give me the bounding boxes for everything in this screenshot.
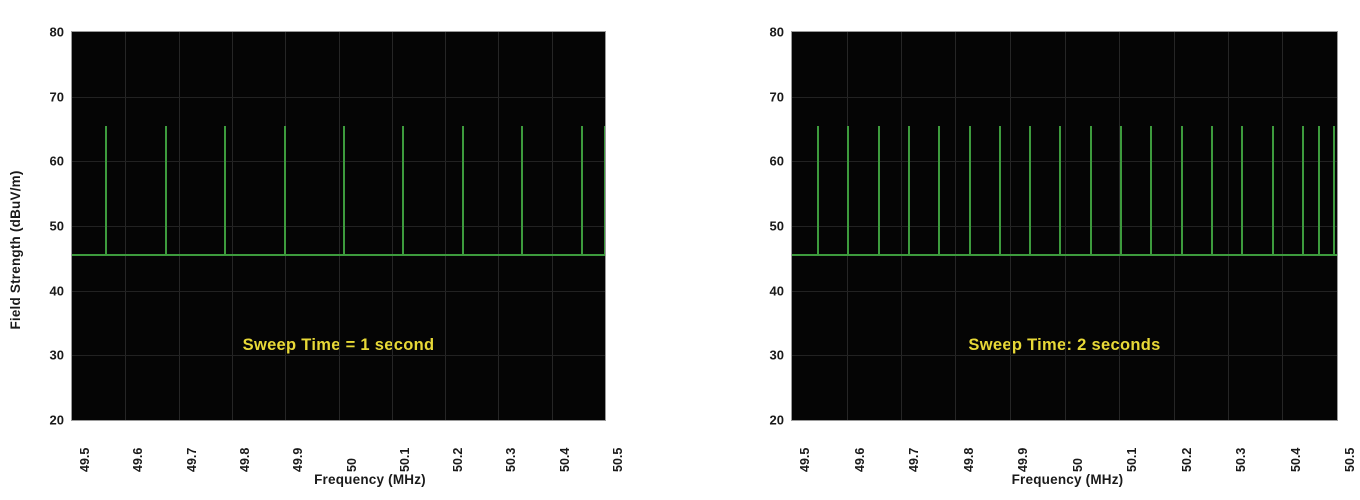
trace-spike xyxy=(1181,125,1183,257)
y-axis-tick-label: 50 xyxy=(49,218,64,234)
gridline-horizontal xyxy=(792,291,1337,292)
y-axis-tick-label: 50 xyxy=(769,218,784,234)
x-axis-tick-label: 50.1 xyxy=(397,447,412,472)
trace-spike xyxy=(1302,125,1304,257)
y-axis-title-left: Field Strength (dBuV/m) xyxy=(7,170,23,330)
y-axis-tick-label: 60 xyxy=(769,153,784,169)
x-axis-tick-label: 50 xyxy=(1070,458,1085,472)
x-axis-tick-label: 49.6 xyxy=(131,447,146,472)
chart-panel-right: Field Strength (dBuV/m) Sweep Time: 2 se… xyxy=(680,0,1360,500)
plot-area-right: Sweep Time: 2 seconds xyxy=(792,32,1337,420)
x-axis-tick-label: 49.5 xyxy=(798,447,812,472)
trace-spike xyxy=(1241,125,1243,257)
trace-spike xyxy=(165,125,167,257)
y-axis-tick-label: 70 xyxy=(49,89,64,105)
x-axis-title-left: Frequency (MHz) xyxy=(314,472,426,487)
trace-spike xyxy=(604,125,605,257)
x-axis-tick-label: 49.5 xyxy=(78,447,92,472)
trace-spike xyxy=(847,125,849,257)
x-axis-tick-label: 50.3 xyxy=(504,447,519,472)
y-axis-tick-label: 20 xyxy=(769,412,784,428)
x-axis-tick-label: 49.8 xyxy=(237,447,252,472)
x-axis-tick-label: 50.2 xyxy=(1179,447,1194,472)
gridline-horizontal xyxy=(72,355,605,356)
x-axis-tick-label: 49.6 xyxy=(852,447,867,472)
trace-spike xyxy=(908,125,910,257)
gridline-horizontal xyxy=(72,161,605,162)
trace-spike xyxy=(938,125,940,257)
trace-baseline xyxy=(72,254,605,257)
trace-spike xyxy=(817,125,819,257)
x-axis-tick-label: 50 xyxy=(344,458,359,472)
y-axis-tick-label: 80 xyxy=(49,24,64,40)
gridline-horizontal xyxy=(72,291,605,292)
x-axis-tick-label: 50.4 xyxy=(557,447,572,472)
trace-spike xyxy=(1318,125,1320,257)
gridline-horizontal xyxy=(792,161,1337,162)
y-axis-tick-label: 70 xyxy=(769,89,784,105)
gridline-horizontal xyxy=(792,355,1337,356)
trace-spike xyxy=(1272,125,1274,257)
gridline-horizontal xyxy=(792,226,1337,227)
y-axis-tick-label: 30 xyxy=(769,347,784,363)
y-axis-tick-label: 80 xyxy=(769,24,784,40)
x-axis-tick-label: 49.7 xyxy=(907,447,921,472)
chart-panel-left: Field Strength (dBuV/m) Sweep Time = 1 s… xyxy=(0,0,680,500)
y-axis-tick-label: 40 xyxy=(769,283,784,299)
x-axis-title-right: Frequency (MHz) xyxy=(1011,472,1124,487)
trace-spike xyxy=(521,125,523,257)
gridline-horizontal xyxy=(72,97,605,98)
trace-spike xyxy=(1059,125,1061,257)
trace-baseline xyxy=(792,254,1337,257)
trace-spike xyxy=(1211,125,1213,257)
x-axis-tick-label: 50.5 xyxy=(1343,447,1357,472)
x-axis-tick-label: 50.3 xyxy=(1234,447,1248,472)
trace-spike xyxy=(1150,125,1152,257)
trace-spike xyxy=(462,125,464,257)
trace-spike xyxy=(1333,125,1335,257)
trace-spike xyxy=(1029,125,1031,257)
x-axis-tick-label: 49.8 xyxy=(961,447,976,472)
trace-spike xyxy=(878,125,880,257)
trace-spike xyxy=(999,125,1001,257)
x-axis-tick-label: 50.1 xyxy=(1125,447,1139,472)
gridline-horizontal xyxy=(792,97,1337,98)
y-axis-tick-label: 30 xyxy=(49,347,64,363)
trace-spike xyxy=(402,125,404,257)
trace-spike xyxy=(969,125,971,257)
trace-spike xyxy=(1090,125,1092,257)
x-axis-tick-label: 49.9 xyxy=(291,447,306,472)
x-axis-tick-label: 49.9 xyxy=(1016,447,1030,472)
x-axis-tick-label: 50.5 xyxy=(611,447,625,472)
trace-spike xyxy=(1120,125,1122,257)
trace-spike xyxy=(581,125,583,257)
trace-spike xyxy=(343,125,345,257)
x-axis-tick-label: 50.4 xyxy=(1288,447,1303,472)
spectrum-comparison-figure: Field Strength (dBuV/m) Sweep Time = 1 s… xyxy=(0,0,1360,500)
trace-spike xyxy=(105,125,107,257)
x-axis-tick-label: 50.2 xyxy=(451,447,466,472)
plot-area-left: Sweep Time = 1 second xyxy=(72,32,605,420)
y-axis-tick-label: 40 xyxy=(49,283,64,299)
gridline-horizontal xyxy=(72,226,605,227)
trace-spike xyxy=(224,125,226,257)
x-axis-tick-label: 49.7 xyxy=(184,447,199,472)
y-axis-tick-label: 60 xyxy=(49,153,64,169)
y-axis-tick-label: 20 xyxy=(49,412,64,428)
trace-spike xyxy=(284,125,286,257)
